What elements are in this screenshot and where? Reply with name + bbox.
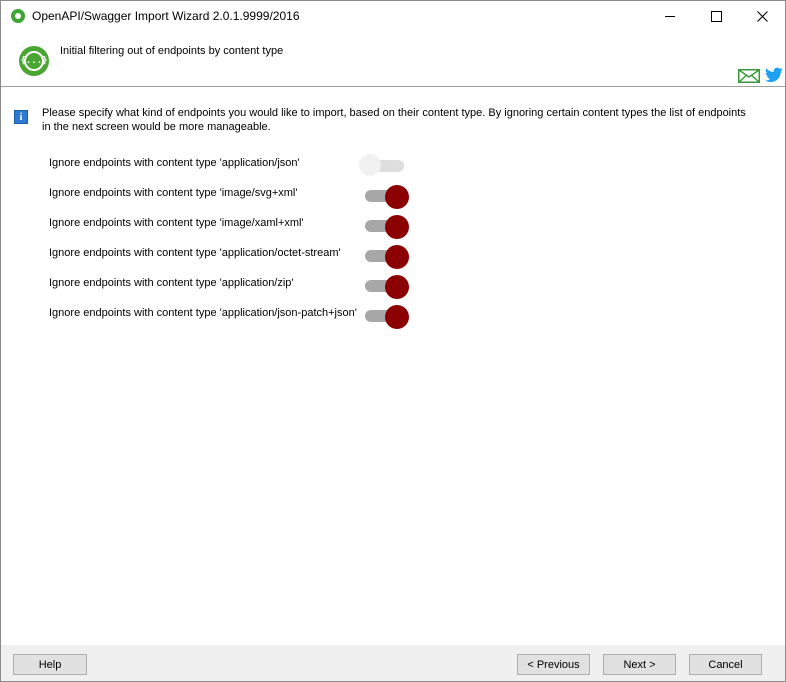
window-title: OpenAPI/Swagger Import Wizard 2.0.1.9999… bbox=[32, 9, 300, 23]
title-bar: OpenAPI/Swagger Import Wizard 2.0.1.9999… bbox=[1, 1, 785, 32]
help-button[interactable]: Help bbox=[13, 654, 87, 675]
app-icon bbox=[11, 9, 25, 23]
option-row: Ignore endpoints with content type 'appl… bbox=[1, 270, 785, 300]
info-description: Please specify what kind of endpoints yo… bbox=[42, 107, 746, 133]
logo-icon: {...} bbox=[19, 46, 49, 76]
previous-button[interactable]: < Previous bbox=[517, 654, 590, 675]
option-label: Ignore endpoints with content type 'imag… bbox=[49, 187, 298, 199]
toggle-knob bbox=[385, 275, 409, 299]
toggle-knob bbox=[385, 215, 409, 239]
cancel-button[interactable]: Cancel bbox=[689, 654, 762, 675]
header-divider bbox=[1, 86, 785, 87]
close-icon bbox=[756, 11, 768, 22]
info-icon: i bbox=[14, 110, 28, 124]
wizard-footer: Help < Previous Next > Cancel bbox=[1, 645, 785, 681]
twitter-icon[interactable] bbox=[765, 67, 783, 83]
minimize-button[interactable] bbox=[647, 1, 693, 32]
option-label: Ignore endpoints with content type 'appl… bbox=[49, 277, 294, 289]
option-row: Ignore endpoints with content type 'imag… bbox=[1, 210, 785, 240]
option-row: Ignore endpoints with content type 'appl… bbox=[1, 240, 785, 270]
mail-icon[interactable] bbox=[738, 69, 760, 83]
logo-text: {...} bbox=[20, 51, 48, 71]
toggle-knob bbox=[385, 185, 409, 209]
maximize-button[interactable] bbox=[693, 1, 739, 32]
next-button[interactable]: Next > bbox=[603, 654, 676, 675]
maximize-icon bbox=[710, 11, 722, 22]
option-label: Ignore endpoints with content type 'imag… bbox=[49, 217, 304, 229]
toggle-switch[interactable] bbox=[364, 215, 410, 239]
toggle-knob bbox=[385, 305, 409, 329]
toggle-knob bbox=[359, 154, 381, 176]
option-row: Ignore endpoints with content type 'imag… bbox=[1, 180, 785, 210]
minimize-icon bbox=[665, 16, 675, 17]
toggle-switch[interactable] bbox=[364, 245, 410, 269]
option-label: Ignore endpoints with content type 'appl… bbox=[49, 307, 357, 319]
option-label: Ignore endpoints with content type 'appl… bbox=[49, 247, 341, 259]
option-label: Ignore endpoints with content type 'appl… bbox=[49, 157, 300, 169]
option-row: Ignore endpoints with content type 'appl… bbox=[1, 150, 785, 180]
toggle-knob bbox=[385, 245, 409, 269]
option-row: Ignore endpoints with content type 'appl… bbox=[1, 300, 785, 330]
page-title: Initial filtering out of endpoints by co… bbox=[60, 45, 284, 57]
wizard-header: {...} Initial filtering out of endpoints… bbox=[1, 32, 785, 86]
toggle-switch[interactable] bbox=[364, 185, 410, 209]
toggle-switch[interactable] bbox=[359, 154, 410, 176]
close-button[interactable] bbox=[739, 1, 785, 32]
wizard-window: OpenAPI/Swagger Import Wizard 2.0.1.9999… bbox=[0, 0, 786, 682]
toggle-switch[interactable] bbox=[364, 305, 410, 329]
toggle-switch[interactable] bbox=[364, 275, 410, 299]
